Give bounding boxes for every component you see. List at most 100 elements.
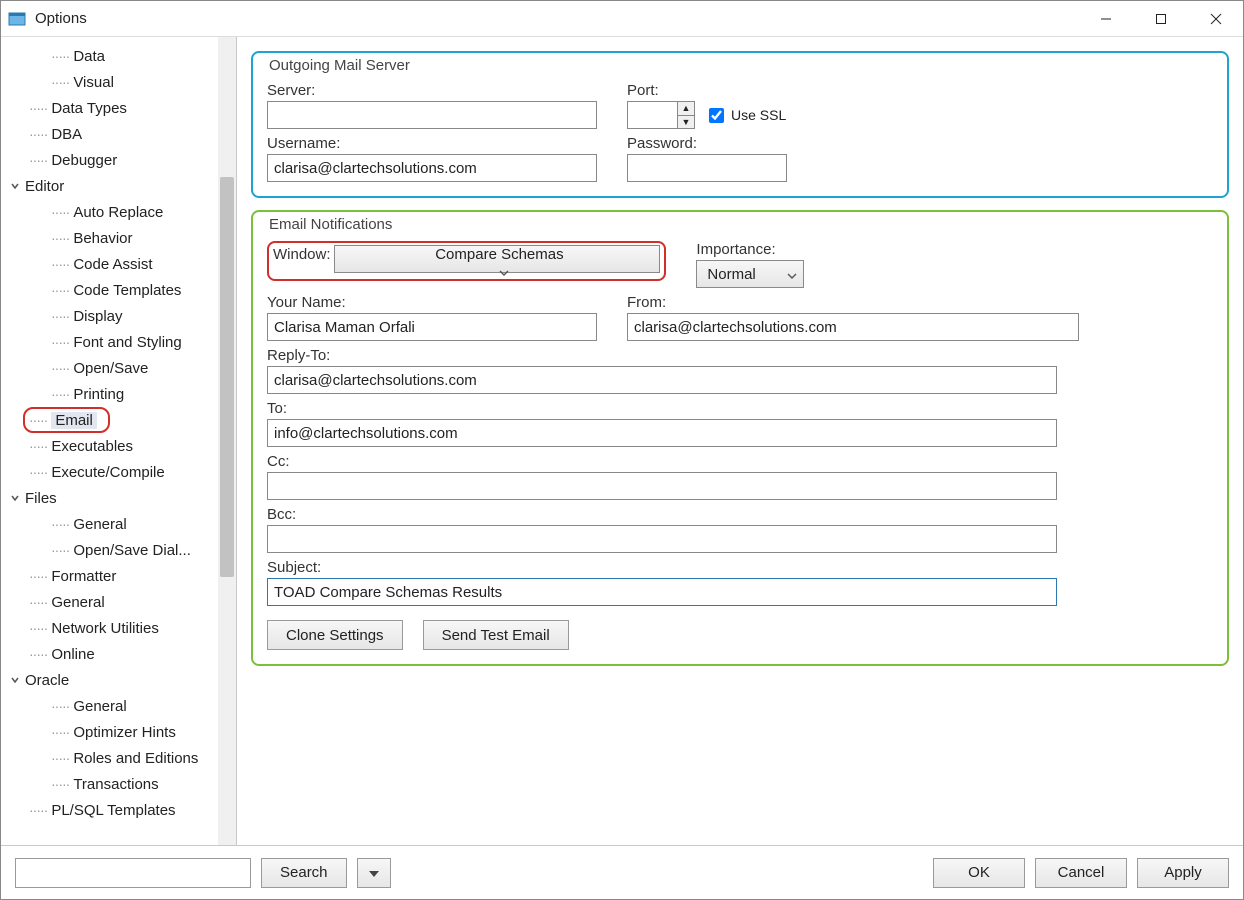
tree-item-label: Data Types: [51, 100, 127, 117]
tree-item[interactable]: ·····Transactions: [1, 771, 218, 797]
tree-item[interactable]: ·····PL/SQL Templates: [1, 797, 218, 823]
username-label: Username:: [267, 135, 597, 152]
group-title: Outgoing Mail Server: [267, 57, 412, 74]
tree-item[interactable]: Files: [1, 485, 218, 511]
tree-item-label: Open/Save Dial...: [73, 542, 191, 559]
yourname-input[interactable]: [267, 313, 597, 341]
tree-branch-line: ·····: [51, 74, 69, 90]
server-label: Server:: [267, 82, 597, 99]
minimize-button[interactable]: [1078, 1, 1133, 37]
scroll-thumb[interactable]: [220, 177, 234, 577]
window-field-highlight: Window: Compare Schemas: [267, 241, 666, 281]
sidebar-scrollbar[interactable]: [218, 37, 236, 845]
tree-item-label: Formatter: [51, 568, 116, 585]
port-spinner[interactable]: ▲ ▼: [627, 101, 695, 129]
tree-item[interactable]: ·····Code Assist: [1, 251, 218, 277]
tree-item[interactable]: ·····Roles and Editions: [1, 745, 218, 771]
bcc-label: Bcc:: [267, 506, 1213, 523]
use-ssl-checkbox[interactable]: [709, 108, 724, 123]
tree-item[interactable]: ·····Debugger: [1, 147, 218, 173]
tree-item[interactable]: ·····General: [1, 693, 218, 719]
tree-item-label: Online: [51, 646, 94, 663]
cancel-button[interactable]: Cancel: [1035, 858, 1127, 888]
cc-input[interactable]: [267, 472, 1057, 500]
maximize-button[interactable]: [1133, 1, 1188, 37]
tree-item[interactable]: ·····Email: [1, 407, 218, 433]
password-input[interactable]: [627, 154, 787, 182]
from-label: From:: [627, 294, 1213, 311]
tree-item[interactable]: ·····Data Types: [1, 95, 218, 121]
tree-branch-line: ·····: [29, 100, 47, 116]
chevron-down-icon[interactable]: [7, 181, 23, 191]
tree-item[interactable]: ·····Printing: [1, 381, 218, 407]
window-dropdown-value: Compare Schemas: [435, 246, 563, 263]
username-input[interactable]: [267, 154, 597, 182]
tree-item[interactable]: ·····Open/Save Dial...: [1, 537, 218, 563]
cc-label: Cc:: [267, 453, 1213, 470]
search-button[interactable]: Search: [261, 858, 347, 888]
tree-branch-line: ·····: [29, 152, 47, 168]
tree-item-label: Printing: [73, 386, 124, 403]
tree-item[interactable]: ·····Behavior: [1, 225, 218, 251]
chevron-down-icon[interactable]: [7, 493, 23, 503]
caret-down-icon: [369, 864, 379, 881]
window-label: Window:: [273, 246, 331, 263]
tree-item[interactable]: ·····Execute/Compile: [1, 459, 218, 485]
search-input[interactable]: [15, 858, 251, 888]
tree-item[interactable]: ·····Display: [1, 303, 218, 329]
clone-settings-button[interactable]: Clone Settings: [267, 620, 403, 650]
tree-item[interactable]: ·····Network Utilities: [1, 615, 218, 641]
tree-item-label: Auto Replace: [73, 204, 163, 221]
tree-branch-line: ·····: [29, 126, 47, 142]
tree-item-label: Transactions: [73, 776, 158, 793]
importance-dropdown[interactable]: Normal: [696, 260, 804, 288]
window-dropdown[interactable]: Compare Schemas: [334, 245, 660, 273]
close-button[interactable]: [1188, 1, 1243, 37]
tree-item[interactable]: ·····Font and Styling: [1, 329, 218, 355]
port-spin-up[interactable]: ▲: [678, 102, 694, 116]
tree-item-label: Files: [25, 490, 57, 507]
tree-item[interactable]: ·····Visual: [1, 69, 218, 95]
search-dropdown-button[interactable]: [357, 858, 391, 888]
tree-branch-line: ·····: [29, 568, 47, 584]
tree-item[interactable]: ·····DBA: [1, 121, 218, 147]
to-input[interactable]: [267, 419, 1057, 447]
tree-branch-line: ·····: [29, 594, 47, 610]
tree-item[interactable]: ·····Open/Save: [1, 355, 218, 381]
tree-branch-line: ·····: [51, 230, 69, 246]
tree-item[interactable]: ·····Optimizer Hints: [1, 719, 218, 745]
subject-input[interactable]: [267, 578, 1057, 606]
tree-item[interactable]: ·····Data: [1, 43, 218, 69]
tree-item[interactable]: ·····Code Templates: [1, 277, 218, 303]
tree-item[interactable]: ·····Auto Replace: [1, 199, 218, 225]
group-title: Email Notifications: [267, 216, 394, 233]
yourname-label: Your Name:: [267, 294, 597, 311]
apply-button[interactable]: Apply: [1137, 858, 1229, 888]
tree-branch-line: ·····: [29, 620, 47, 636]
options-tree: ·····Data·····Visual·····Data Types·····…: [1, 37, 218, 845]
tree-item[interactable]: Editor: [1, 173, 218, 199]
tree-branch-line: ·····: [51, 256, 69, 272]
send-test-email-button[interactable]: Send Test Email: [423, 620, 569, 650]
password-label: Password:: [627, 135, 787, 152]
tree-item-label: Debugger: [51, 152, 117, 169]
titlebar: Options: [1, 1, 1243, 37]
tree-item[interactable]: Oracle: [1, 667, 218, 693]
tree-item[interactable]: ·····Executables: [1, 433, 218, 459]
tree-item[interactable]: ·····Formatter: [1, 563, 218, 589]
chevron-down-icon[interactable]: [7, 675, 23, 685]
ok-button[interactable]: OK: [933, 858, 1025, 888]
tree-branch-line: ·····: [29, 802, 47, 818]
sidebar: ·····Data·····Visual·····Data Types·····…: [1, 37, 237, 845]
tree-item-label: Network Utilities: [51, 620, 159, 637]
from-input[interactable]: [627, 313, 1079, 341]
bcc-input[interactable]: [267, 525, 1057, 553]
replyto-input[interactable]: [267, 366, 1057, 394]
server-input[interactable]: [267, 101, 597, 129]
tree-item[interactable]: ·····General: [1, 589, 218, 615]
tree-item[interactable]: ·····General: [1, 511, 218, 537]
tree-item[interactable]: ·····Online: [1, 641, 218, 667]
port-spin-down[interactable]: ▼: [678, 116, 694, 129]
tree-item-label: General: [73, 516, 126, 533]
port-input[interactable]: [627, 101, 677, 129]
